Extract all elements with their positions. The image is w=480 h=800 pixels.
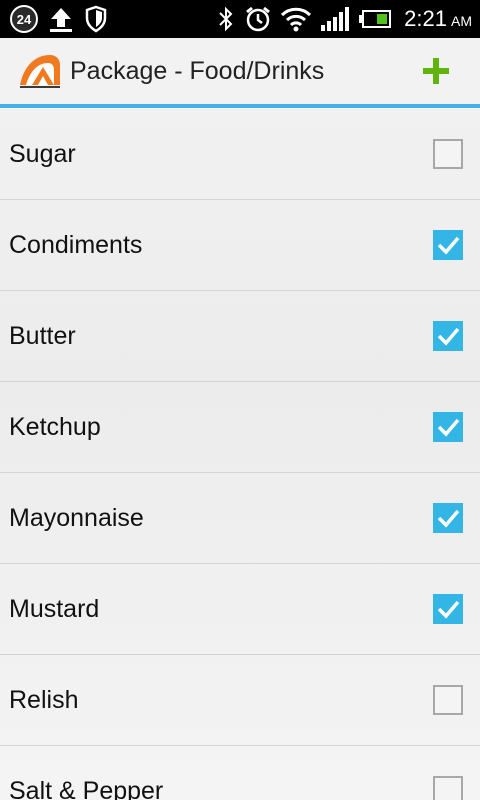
item-checkbox[interactable] (433, 230, 463, 260)
list-item-salt-pepper[interactable]: Salt & Pepper (0, 746, 480, 800)
battery-icon (358, 5, 392, 33)
list-item-label: Mayonnaise (9, 503, 144, 532)
list-item-label: Salt & Pepper (9, 776, 164, 800)
plus-icon (423, 58, 449, 84)
list-item-relish[interactable]: Relish (0, 655, 480, 746)
page-title: Package - Food/Drinks (70, 56, 325, 85)
item-checkbox[interactable] (433, 321, 463, 351)
checkmark-icon (437, 600, 460, 619)
action-bar: Package - Food/Drinks (0, 38, 480, 108)
list-item-label: Ketchup (9, 412, 101, 441)
notification-count: 24 (16, 11, 32, 27)
item-checkbox[interactable] (433, 776, 463, 800)
list-item-label: Sugar (9, 139, 76, 168)
alarm-icon (244, 5, 272, 33)
list-item-ketchup[interactable]: Ketchup (0, 382, 480, 473)
list-item-butter[interactable]: Butter (0, 291, 480, 382)
signal-icon (320, 5, 350, 33)
list-item-label: Relish (9, 685, 79, 714)
status-bar: 24 2:21 AM (0, 0, 480, 38)
checkmark-icon (437, 509, 460, 528)
checkmark-icon (437, 236, 460, 255)
item-list: Sugar Condiments Butter Ketchup Mayonnai… (0, 109, 480, 800)
item-checkbox[interactable] (433, 139, 463, 169)
wifi-icon (280, 5, 312, 33)
list-item-label: Condiments (9, 230, 143, 259)
item-checkbox[interactable] (433, 412, 463, 442)
add-item-button[interactable] (420, 55, 452, 87)
list-item-sugar[interactable]: Sugar (0, 109, 480, 200)
status-clock: 2:21 AM (404, 6, 472, 32)
list-item-mayonnaise[interactable]: Mayonnaise (0, 473, 480, 564)
item-checkbox[interactable] (433, 594, 463, 624)
checkmark-icon (437, 418, 460, 437)
status-bar-left: 24 (0, 0, 108, 38)
notification-count-badge: 24 (10, 5, 38, 33)
clock-ampm: AM (451, 13, 472, 29)
list-item-label: Mustard (9, 594, 100, 623)
bluetooth-icon (216, 5, 236, 33)
item-checkbox[interactable] (433, 685, 463, 715)
clock-time: 2:21 (404, 6, 447, 31)
item-checkbox[interactable] (433, 503, 463, 533)
checkmark-icon (437, 327, 460, 346)
shield-icon (84, 5, 108, 33)
list-item-label: Butter (9, 321, 76, 350)
list-item-mustard[interactable]: Mustard (0, 564, 480, 655)
app-logo[interactable] (16, 47, 64, 95)
list-item-condiments[interactable]: Condiments (0, 200, 480, 291)
status-bar-right: 2:21 AM (216, 0, 480, 38)
upload-icon (48, 5, 74, 33)
